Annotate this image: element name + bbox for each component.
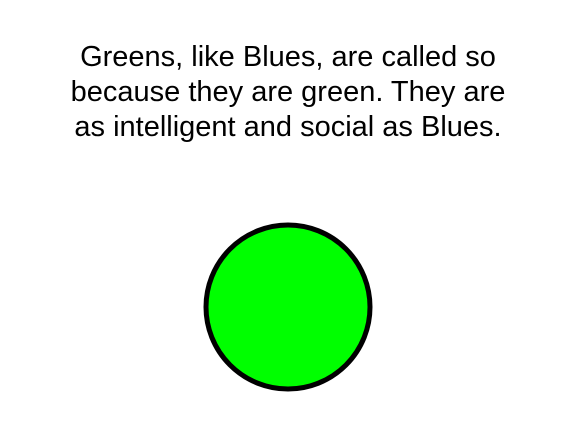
green-circle-svg — [203, 222, 373, 392]
green-circle-figure — [202, 221, 374, 393]
green-circle — [203, 222, 373, 392]
caption-line-3: as intelligent and social as Blues. — [74, 111, 502, 143]
caption-line-2: because they are green. They are — [70, 76, 506, 108]
caption-text: Greens, like Blues, are called so becaus… — [0, 40, 576, 145]
slide: Greens, like Blues, are called so becaus… — [0, 0, 576, 432]
caption-line-1: Greens, like Blues, are called so — [80, 41, 496, 73]
